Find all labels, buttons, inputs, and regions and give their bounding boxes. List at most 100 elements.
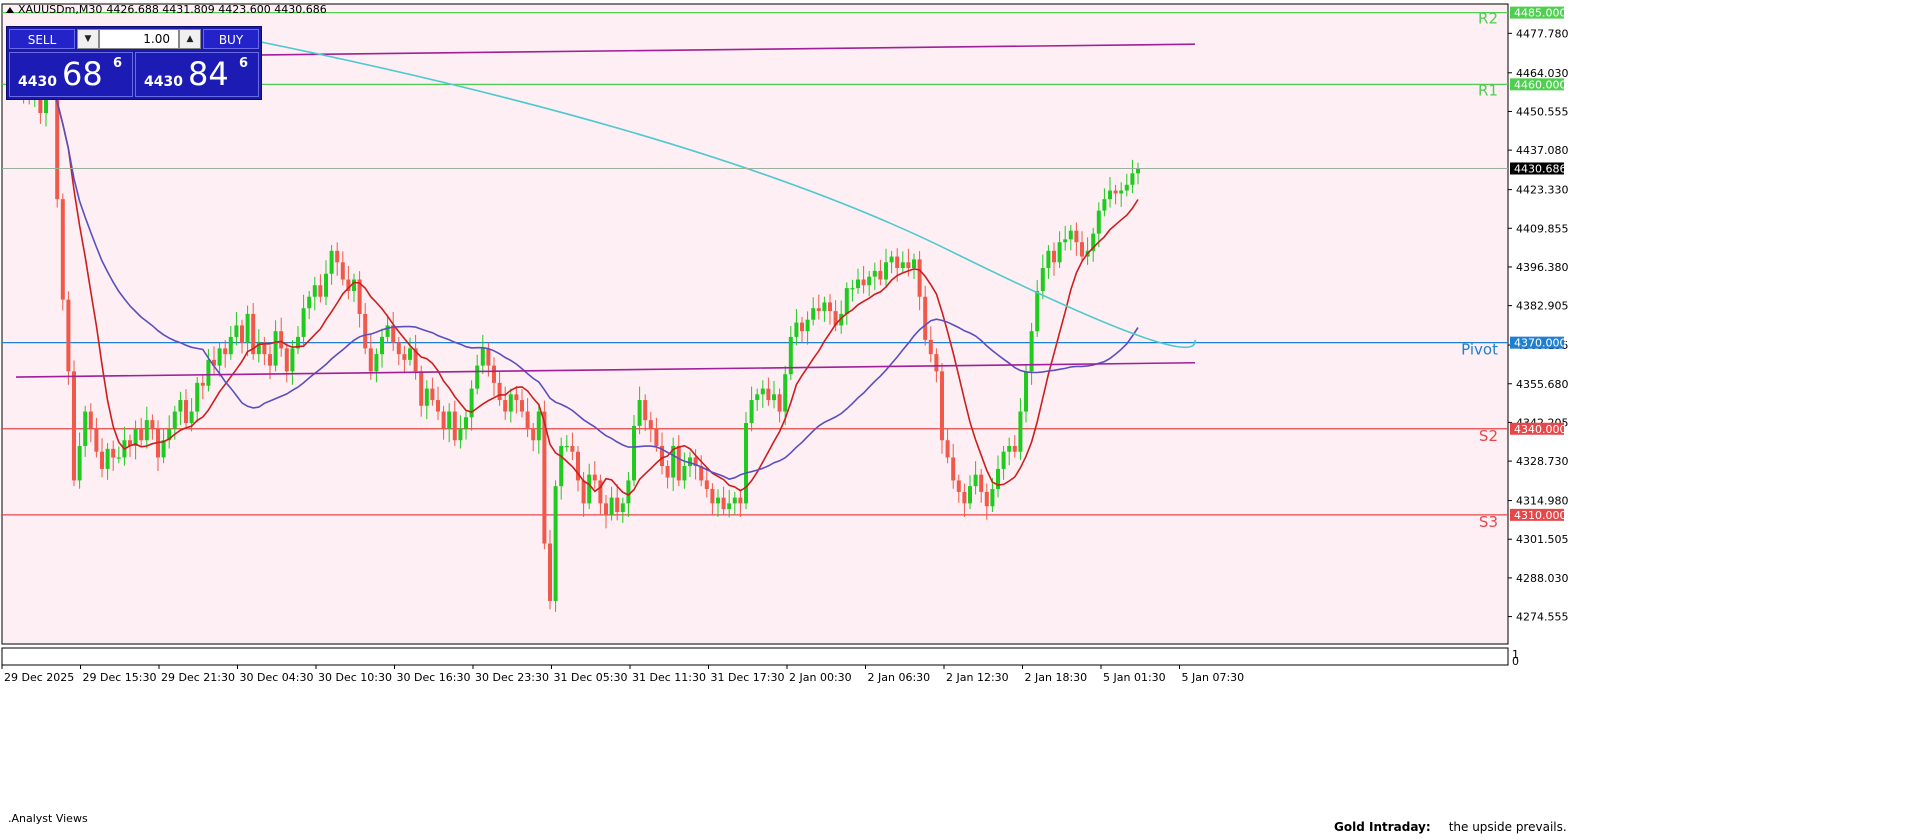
bull-candle <box>217 348 222 366</box>
bear-candle <box>928 339 933 355</box>
ask-price-pip: 6 <box>239 56 249 71</box>
lot-decrease-icon[interactable]: ▼ <box>77 29 99 49</box>
indicator-window-label: .Analyst Views <box>8 812 88 825</box>
bear-candle <box>570 445 575 452</box>
bull-candle <box>990 489 995 507</box>
bull-candle <box>716 497 720 504</box>
ask-price-button[interactable]: 4430 84 6 <box>135 52 259 97</box>
bear-candle <box>531 428 536 441</box>
bull-candle <box>884 262 888 280</box>
bear-candle <box>100 451 104 469</box>
x-tick-label: 2 Jan 00:30 <box>789 671 852 684</box>
ask-price-main: 84 <box>188 55 229 93</box>
analyst-note: Gold Intraday: the upside prevails. <box>1334 820 1567 834</box>
y-tick-label: 4301.505 <box>1516 533 1569 546</box>
y-tick-label: 4437.080 <box>1516 144 1569 157</box>
bull-candle <box>172 411 177 429</box>
bear-candle <box>940 371 944 441</box>
bull-candle <box>850 288 855 290</box>
level-price-tag-r1: 4460.000 <box>1510 78 1567 91</box>
y-tick-label: 4396.380 <box>1516 261 1569 274</box>
bull-candle <box>805 319 810 332</box>
bull-candle <box>189 411 194 424</box>
bear-candle <box>363 313 368 349</box>
level-tag-text: 4370.000 <box>1514 337 1567 350</box>
bid-price-main: 68 <box>62 55 103 93</box>
bear-candle <box>486 348 491 366</box>
bear-candle <box>335 250 340 263</box>
bull-candle <box>620 503 625 512</box>
bull-candle <box>228 336 233 355</box>
bear-candle <box>402 354 407 360</box>
bear-candle <box>1074 230 1079 243</box>
price-chart[interactable]: 4477.7804464.0304450.5554437.0804423.330… <box>0 0 1916 840</box>
bull-candle <box>1040 268 1045 291</box>
bear-candle <box>665 466 670 478</box>
buy-button[interactable]: BUY <box>203 29 259 49</box>
bear-candle <box>150 420 155 429</box>
bull-candle <box>682 466 687 481</box>
bear-candle <box>917 259 922 297</box>
bull-candle <box>744 423 748 504</box>
level-tag-text: 4310.000 <box>1514 509 1567 522</box>
subwindow-scale-bottom: 0 <box>1512 655 1519 668</box>
x-tick-label: 2 Jan 18:30 <box>1025 671 1088 684</box>
bull-candle <box>374 354 379 372</box>
collapse-triangle-icon[interactable] <box>6 6 14 13</box>
bear-candle <box>800 322 804 332</box>
bear-candle <box>368 348 373 372</box>
bull-candle <box>469 388 474 418</box>
bull-candle <box>632 425 636 481</box>
bid-price-prefix: 4430 <box>18 74 57 90</box>
symbol-header: XAUUSDm,M30 4426.688 4431.809 4423.600 4… <box>6 3 327 16</box>
x-tick-label: 29 Dec 21:30 <box>161 671 235 684</box>
bear-candle <box>615 497 620 512</box>
bear-candle <box>581 480 586 504</box>
y-tick-label: 4314.980 <box>1516 495 1569 508</box>
bull-candle <box>872 270 877 277</box>
bear-candle <box>934 354 939 372</box>
bull-candle <box>626 480 631 504</box>
bear-candle <box>878 270 883 280</box>
bull-candle <box>324 273 328 297</box>
bull-candle <box>424 388 429 406</box>
bid-price-button[interactable]: 4430 68 6 <box>9 52 133 97</box>
level-tag-text: 4340.000 <box>1514 423 1567 436</box>
bull-candle <box>811 308 816 320</box>
bear-candle <box>111 448 116 458</box>
bear-candle <box>139 428 144 441</box>
bull-candle <box>822 302 827 312</box>
bull-candle <box>234 325 239 337</box>
bear-candle <box>419 371 424 406</box>
bull-candle <box>475 365 480 389</box>
analyst-note-title: Gold Intraday: <box>1334 820 1431 834</box>
bull-candle <box>760 388 765 395</box>
level-tag-text: 4485.000 <box>1514 7 1567 20</box>
bear-candle <box>441 411 446 429</box>
bear-candle <box>923 296 928 340</box>
bull-candle <box>116 457 121 459</box>
x-tick-label: 31 Dec 05:30 <box>554 671 628 684</box>
x-tick-label: 30 Dec 23:30 <box>475 671 549 684</box>
lot-size-input[interactable]: 1.00 <box>99 29 179 49</box>
y-tick-label: 4382.905 <box>1516 300 1569 313</box>
bear-candle <box>503 400 508 412</box>
bull-candle <box>1119 190 1124 194</box>
bull-candle <box>144 420 149 441</box>
bull-candle <box>195 382 200 412</box>
bear-candle <box>604 503 608 515</box>
bear-candle <box>956 480 961 492</box>
bull-candle <box>564 445 569 448</box>
bear-candle <box>514 394 519 401</box>
sell-button[interactable]: SELL <box>9 29 75 49</box>
bull-candle <box>464 417 468 429</box>
bull-candle <box>312 285 317 297</box>
lot-increase-icon[interactable]: ▲ <box>179 29 201 49</box>
bull-candle <box>973 474 978 487</box>
bear-candle <box>520 400 524 412</box>
level-price-tag-s3: 4310.000 <box>1510 509 1567 522</box>
bear-candle <box>816 308 821 312</box>
bull-candle <box>637 400 642 426</box>
bear-candle <box>94 428 99 452</box>
ask-price-prefix: 4430 <box>144 74 183 90</box>
